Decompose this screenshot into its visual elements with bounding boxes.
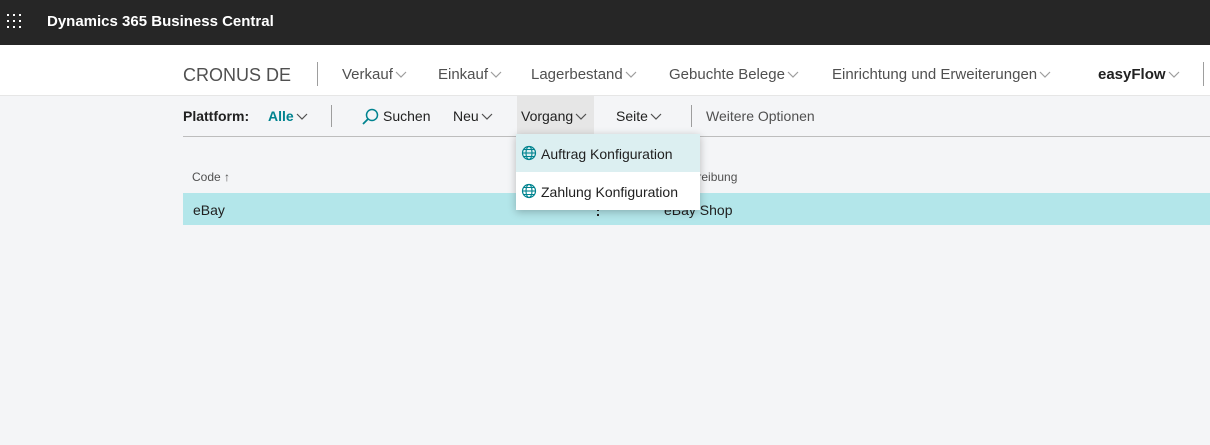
cell-code[interactable]: eBay bbox=[193, 202, 225, 218]
globe-icon bbox=[521, 145, 537, 161]
nav-item-einrichtung[interactable]: Einrichtung und Erweiterungen bbox=[832, 66, 1051, 83]
company-name[interactable]: CRONUS DE bbox=[183, 65, 291, 86]
menu-item-auftrag-konfiguration[interactable]: Auftrag Konfiguration bbox=[516, 134, 700, 172]
nav-item-label: Einkauf bbox=[438, 66, 489, 83]
process-menu: Auftrag Konfiguration Zahlung Konfigurat… bbox=[516, 134, 700, 210]
action-bar: Plattform: Alle Suchen Neu Vorgang Seite… bbox=[183, 96, 1210, 137]
chevron-down-icon bbox=[625, 71, 637, 78]
chevron-down-icon bbox=[1039, 71, 1051, 78]
globe-icon bbox=[521, 183, 537, 199]
app-bar: Dynamics 365 Business Central bbox=[0, 0, 1210, 45]
nav-item-lagerbestand[interactable]: Lagerbestand bbox=[531, 66, 637, 83]
nav-item-label: easyFlow bbox=[1098, 66, 1166, 83]
filter-value: Alle bbox=[268, 108, 294, 124]
process-label: Vorgang bbox=[521, 108, 574, 124]
search-button[interactable]: Suchen bbox=[361, 108, 430, 126]
nav-item-easyflow[interactable]: easyFlow bbox=[1098, 66, 1180, 83]
nav-item-label: Einrichtung und Erweiterungen bbox=[832, 66, 1038, 83]
process-button[interactable]: Vorgang bbox=[521, 108, 587, 124]
menu-item-label: Zahlung Konfiguration bbox=[541, 184, 678, 200]
action-divider bbox=[691, 105, 692, 127]
app-launcher-icon[interactable] bbox=[7, 14, 23, 30]
chevron-down-icon bbox=[650, 113, 662, 121]
nav-divider bbox=[1203, 62, 1204, 86]
menu-item-label: Auftrag Konfiguration bbox=[541, 146, 673, 162]
column-header-code[interactable]: Code ↑ bbox=[192, 170, 230, 184]
search-icon bbox=[362, 109, 379, 125]
chevron-down-icon bbox=[296, 113, 308, 121]
sort-ascending-icon: ↑ bbox=[224, 170, 231, 184]
nav-item-einkauf[interactable]: Einkauf bbox=[438, 66, 502, 83]
search-label: Suchen bbox=[383, 108, 431, 124]
nav-item-label: Verkauf bbox=[342, 66, 393, 83]
chevron-down-icon bbox=[395, 71, 407, 78]
chevron-down-icon bbox=[481, 113, 493, 121]
filter-dropdown[interactable]: Alle bbox=[268, 108, 308, 124]
nav-item-label: Lagerbestand bbox=[531, 66, 623, 83]
chevron-down-icon bbox=[575, 113, 587, 121]
chevron-down-icon bbox=[787, 71, 799, 78]
app-title: Dynamics 365 Business Central bbox=[47, 13, 274, 30]
nav-item-label: Gebuchte Belege bbox=[669, 66, 785, 83]
more-options-button[interactable]: Weitere Optionen bbox=[706, 108, 815, 124]
chevron-down-icon bbox=[490, 71, 502, 78]
new-label: Neu bbox=[453, 108, 479, 124]
filter-label: Plattform: bbox=[183, 108, 250, 124]
new-button[interactable]: Neu bbox=[453, 108, 493, 124]
role-center-nav: CRONUS DE Verkauf Einkauf Lagerbestand G… bbox=[0, 45, 1210, 96]
chevron-down-icon bbox=[1168, 71, 1179, 78]
action-divider bbox=[331, 105, 332, 127]
column-header-label: Code bbox=[192, 170, 221, 184]
page-label: Seite bbox=[616, 108, 648, 124]
menu-item-zahlung-konfiguration[interactable]: Zahlung Konfiguration bbox=[516, 172, 700, 210]
nav-item-gebuchte-belege[interactable]: Gebuchte Belege bbox=[669, 66, 799, 83]
nav-item-verkauf[interactable]: Verkauf bbox=[342, 66, 407, 83]
page-button[interactable]: Seite bbox=[616, 108, 662, 124]
nav-divider bbox=[317, 62, 318, 86]
